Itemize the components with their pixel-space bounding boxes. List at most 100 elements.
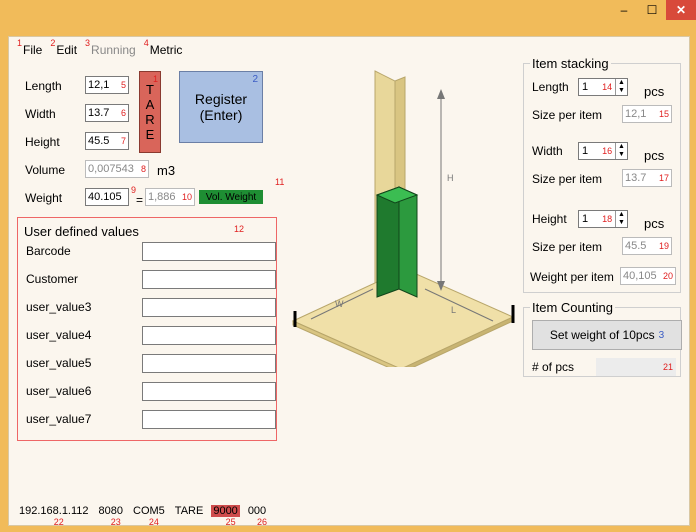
user-value4-label: user_value4 (26, 328, 92, 342)
menu-edit[interactable]: 2 Edit (50, 38, 78, 59)
dimension-illustration: H W L (291, 70, 515, 367)
menu-badge: 3 (85, 38, 91, 48)
spinner-arrows-icon[interactable]: ▲ ▼ (615, 143, 627, 159)
length-size-value: 12,1 (625, 108, 647, 120)
maximize-button[interactable]: ☐ (638, 0, 666, 20)
height-size-field: 45.5 19 (622, 237, 672, 255)
box-side (398, 186, 418, 298)
pcs-label: pcs (644, 84, 665, 99)
height-field[interactable]: 45.5 7 (85, 132, 129, 150)
status-bar: 192.168.1.112 22 8080 23 COM5 24 TARE 9000 2… (17, 499, 687, 527)
menu-file[interactable]: 1 File (17, 38, 42, 59)
status-badge: 24 (148, 517, 159, 527)
stack-width-label: Width (532, 144, 563, 158)
status-badge: 22 (53, 517, 64, 527)
length-letter: L (451, 305, 456, 315)
weight-field[interactable]: 40.105 (85, 188, 129, 206)
menu-label: Edit (56, 43, 78, 57)
menu-badge: 1 (17, 38, 23, 48)
status-com: COM5 24 (131, 505, 167, 527)
width-size-value: 13.7 (625, 172, 647, 184)
status-text: TARE (174, 505, 204, 517)
vol-weight-badge: 11 (275, 177, 285, 187)
barcode-input[interactable] (142, 242, 276, 261)
menu-metric[interactable]: 4 Metric (144, 38, 183, 59)
tare-letter: E (145, 127, 155, 142)
weight-per-item-value: 40,105 (623, 270, 657, 282)
pcs-label: pcs (644, 216, 665, 231)
pcs-count-label: # of pcs (532, 360, 575, 374)
title-bar: – ☐ ✕ (0, 0, 696, 36)
menu-bar: 1 File 2 Edit 3 Running 4 Metric (17, 38, 183, 59)
register-label: Register (194, 91, 248, 107)
width-value: 13.7 (88, 107, 110, 119)
weight-value: 40.105 (88, 191, 122, 203)
status-text: 192.168.1.112 (19, 505, 89, 517)
udv-row: user_value6 (26, 382, 276, 402)
volume-unit: m3 (157, 163, 176, 178)
width-field[interactable]: 13.7 6 (85, 104, 129, 122)
status-text: 8080 (98, 505, 124, 517)
volumetric-weight-field: 1,886 10 (145, 188, 195, 206)
customer-input[interactable] (142, 270, 276, 289)
volume-badge: 8 (140, 164, 146, 174)
stack-length-value: 1 (582, 81, 589, 93)
minimize-button[interactable]: – (610, 0, 638, 20)
volumetric-weight-badge: 10 (181, 192, 192, 202)
pcs-label: pcs (644, 148, 665, 163)
size-per-item-label: Size per item (532, 108, 603, 122)
tare-button[interactable]: 1 T A R E (139, 71, 161, 153)
user-value5-input[interactable] (142, 354, 276, 373)
equals-sign: = (136, 193, 144, 207)
user-value7-label: user_value7 (26, 412, 92, 426)
stack-length-spinner[interactable]: 1 14 ▲ ▼ (578, 78, 628, 96)
item-stacking-group: Item stacking Length 1 14 ▲ ▼ pcs Size per … (523, 56, 681, 293)
tare-letter: A (145, 97, 155, 112)
user-defined-values-panel: User defined values 12 Barcode Customer … (17, 217, 277, 441)
stack-height-spinner[interactable]: 1 18 ▲ ▼ (578, 210, 628, 228)
user-value3-input[interactable] (142, 298, 276, 317)
menu-label: Metric (149, 43, 183, 57)
spinner-arrows-icon[interactable]: ▲ ▼ (615, 211, 627, 227)
menu-badge: 2 (50, 38, 56, 48)
pcs-count-field: 21 (596, 358, 676, 376)
item-counting-title: Item Counting (530, 300, 615, 315)
user-value6-input[interactable] (142, 382, 276, 401)
height-badge: 7 (120, 136, 126, 146)
status-text: 000 (247, 505, 267, 517)
status-badge: 26 (256, 517, 267, 527)
customer-label: Customer (26, 272, 79, 286)
register-badge: 2 (252, 74, 258, 85)
user-value5-label: user_value5 (26, 356, 92, 370)
item-stacking-title: Item stacking (530, 56, 611, 71)
user-value4-input[interactable] (142, 326, 276, 345)
tare-letter: R (145, 112, 155, 127)
status-scale-value: 9000 25 (211, 505, 240, 527)
user-value7-input[interactable] (142, 410, 276, 429)
close-button[interactable]: ✕ (666, 0, 696, 20)
user-value6-label: user_value6 (26, 384, 92, 398)
register-button[interactable]: 2 Register (Enter) (179, 71, 263, 143)
vol-weight-button[interactable]: Vol. Weight (199, 190, 263, 204)
stack-width-value: 1 (582, 145, 589, 157)
set-weight-10pcs-button[interactable]: Set weight of 10pcs 3 (532, 320, 682, 350)
length-field[interactable]: 12,1 5 (85, 76, 129, 94)
menu-label: Running (91, 43, 136, 57)
box-front (376, 186, 400, 298)
user-value3-label: user_value3 (26, 300, 92, 314)
volume-value: 0,007543 (88, 163, 134, 175)
length-size-badge: 15 (658, 109, 669, 119)
status-port: 8080 23 (97, 505, 125, 527)
register-shortcut: (Enter) (199, 107, 243, 123)
spinner-arrows-icon[interactable]: ▲ ▼ (615, 79, 627, 95)
width-label: Width (25, 107, 56, 121)
pcs-count-badge: 21 (662, 362, 673, 372)
height-size-value: 45.5 (625, 240, 647, 252)
height-label: Height (25, 135, 60, 149)
length-badge: 5 (120, 80, 126, 90)
status-text: 9000 (213, 505, 238, 517)
weight-per-item-field: 40,105 20 (620, 267, 676, 285)
stack-width-spinner[interactable]: 1 16 ▲ ▼ (578, 142, 628, 160)
udv-row: user_value3 (26, 298, 276, 318)
width-size-badge: 17 (658, 173, 669, 183)
